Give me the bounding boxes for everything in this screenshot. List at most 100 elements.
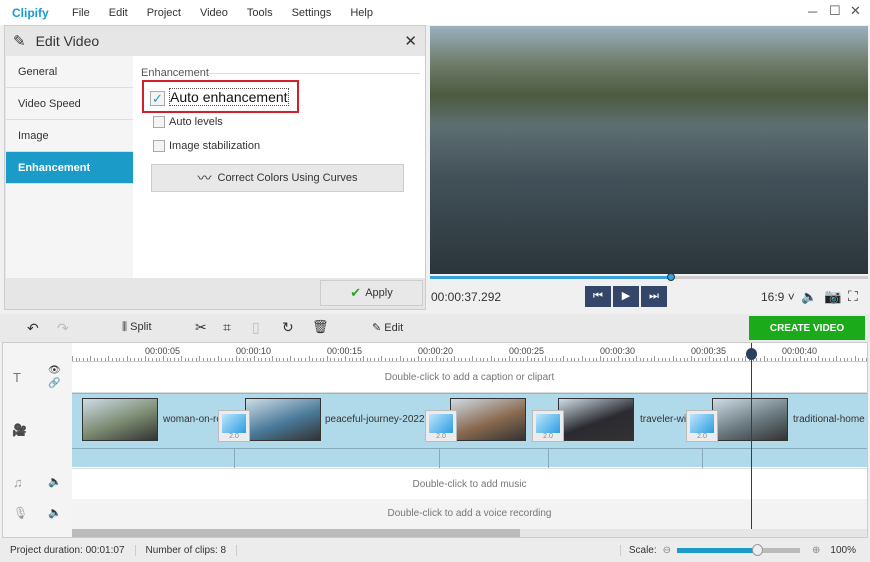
ruler-tick [585,358,587,361]
ruler-tick [614,358,616,361]
music-track[interactable]: Double-click to add music [72,468,867,499]
ruler-tick [537,358,539,361]
tab-enhancement[interactable]: Enhancement [6,152,133,184]
fullscreen-icon[interactable]: ⛶ [848,288,858,305]
previous-button[interactable]: ⏮ [585,286,611,307]
apply-button[interactable]: ✔ Apply [320,280,423,306]
ruler-tick [221,358,223,361]
menu-tools[interactable]: Tools [247,7,273,19]
ruler-tick [275,358,277,361]
scale-handle[interactable] [751,543,763,556]
ruler-tick [297,358,299,361]
video-track[interactable]: woman-on-ro peaceful-journey-2022 traveler… [72,393,867,468]
play-button[interactable]: ▶ [613,286,639,307]
checkmark-icon: ✔ [350,285,362,300]
menu-video[interactable]: Video [200,7,228,19]
playhead[interactable] [751,343,752,529]
ruler-tick [552,358,554,361]
rotate-icon[interactable]: ↻ [282,319,294,336]
auto-levels-checkbox[interactable]: Auto levels [153,116,223,129]
volume-icon[interactable]: 🔈 [801,289,817,305]
ruler-tick [821,358,823,361]
crop-icon[interactable]: ⌗ [223,319,231,336]
speaker-icon[interactable]: 🔈 [48,475,62,488]
ruler-tick [483,358,485,361]
ruler-tick [486,358,488,361]
ruler-tick [814,358,816,361]
panel-header: ✎ Edit Video ✕ [5,26,425,56]
snapshot-icon[interactable]: 📷 [824,288,841,305]
eye-icon[interactable]: 👁 [48,365,61,376]
close-panel-button[interactable]: ✕ [404,32,417,50]
ruler-tick [658,358,660,361]
transition-icon[interactable]: 2.0 [532,410,564,442]
menu-help[interactable]: Help [350,7,373,19]
tab-video-speed[interactable]: Video Speed [6,88,133,120]
seek-handle[interactable] [666,273,675,281]
curves-button[interactable]: 〰 Correct Colors Using Curves [151,164,404,192]
ruler-tick [403,358,405,361]
voice-track[interactable]: Double-click to add a voice recording [72,499,867,529]
playhead-handle[interactable] [746,348,757,360]
clip-thumbnail[interactable] [712,398,788,441]
button-label: Apply [365,287,393,299]
split-button[interactable]: ⫼ Split [122,321,152,334]
zoom-out-icon[interactable]: ⊖ [663,545,671,556]
ruler-tick [854,356,856,361]
ruler-tick [643,358,645,361]
minimize-button[interactable]: ─ [808,4,817,19]
undo-icon[interactable]: ↶ [27,320,39,337]
ruler-tick [519,358,521,361]
frame-icon[interactable]: ▯ [252,319,260,336]
transition-icon[interactable]: 2.0 [425,410,457,442]
edit-icon: ✎ [372,322,382,334]
ruler-tick [283,358,285,361]
ruler-tick [668,358,670,361]
seek-bar[interactable] [430,273,868,281]
image-stabilization-checkbox[interactable]: Image stabilization [153,140,260,153]
delete-icon[interactable]: 🗑 [312,319,329,335]
ruler-tick [410,358,412,361]
clip-thumbnail[interactable] [450,398,526,441]
maximize-button[interactable]: ☐ [829,3,841,19]
redo-icon[interactable]: ↷ [57,320,69,337]
menu-edit[interactable]: Edit [109,7,128,19]
clip-thumbnail[interactable] [82,398,158,441]
ruler-tick [770,358,772,361]
scale-slider[interactable] [677,543,801,556]
ruler-tick [436,356,437,361]
horizontal-scrollbar[interactable] [72,529,867,537]
caption-track[interactable]: Double-click to add a caption or clipart [72,363,867,393]
scissors-icon[interactable]: ✂ [195,319,207,336]
ruler-tick [723,358,725,361]
auto-enhancement-checkbox[interactable]: ✓ Auto enhancement [150,88,289,106]
close-window-button[interactable]: ✕ [850,3,861,19]
ruler-tick [527,356,528,361]
ruler-tick [683,358,685,361]
speaker-icon[interactable]: 🔈 [48,506,62,519]
menu-project[interactable]: Project [147,7,181,19]
menu-bar: Clipify File Edit Project Video Tools Se… [0,0,870,25]
create-video-button[interactable]: CREATE VIDEO [749,316,865,340]
clip-thumbnail[interactable] [558,398,634,441]
scrollbar-thumb[interactable] [72,529,520,537]
ruler-tick [388,358,390,361]
menu-settings[interactable]: Settings [292,7,332,19]
video-preview[interactable] [430,26,868,274]
ruler-tick [457,358,459,361]
transition-icon[interactable]: 2.0 [218,410,250,442]
ruler-label: 00:00:40 [782,346,818,356]
transition-icon[interactable]: 2.0 [686,410,718,442]
next-button[interactable]: ⏭ [641,286,667,307]
zoom-in-icon[interactable]: ⊕ [812,545,820,556]
ruler-tick [632,358,634,361]
aspect-ratio-dropdown[interactable]: 16:9 ˅ [761,290,795,304]
clip-thumbnail[interactable] [245,398,321,441]
tab-general[interactable]: General [6,56,133,88]
menu-file[interactable]: File [72,7,90,19]
ruler-label: 00:00:10 [236,346,272,356]
ruler-tick [847,358,849,361]
tab-image[interactable]: Image [6,120,133,152]
edit-button[interactable]: ✎ Edit [372,321,403,334]
link-icon[interactable]: 🔗 [48,378,60,389]
